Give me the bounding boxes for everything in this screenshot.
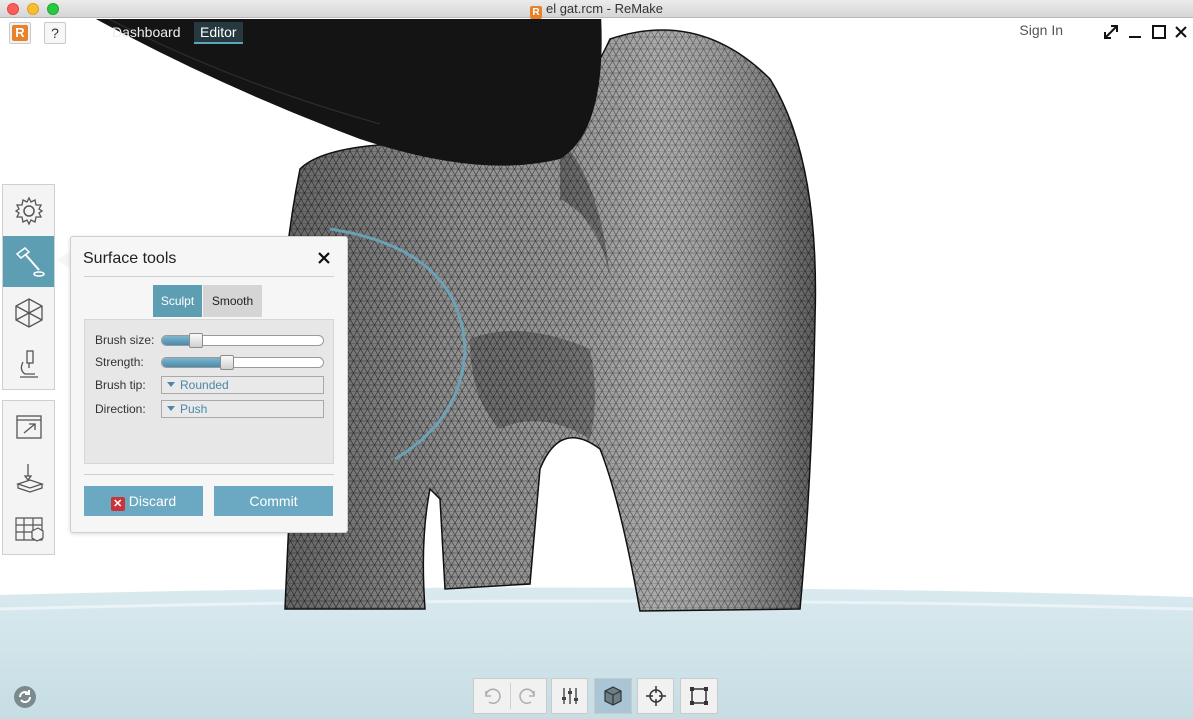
redo-icon: [519, 688, 536, 705]
panel-close-button[interactable]: [317, 249, 331, 270]
scene-tool-button[interactable]: [3, 503, 54, 554]
brush-settings: Brush size: Strength: Brush tip: Rounded…: [84, 319, 334, 464]
brush-tip-value: Rounded: [180, 378, 229, 392]
remake-logo-button[interactable]: R: [9, 22, 31, 44]
direction-label: Direction:: [95, 402, 146, 416]
sliders-icon: [561, 688, 578, 704]
discard-label: Discard: [128, 493, 177, 509]
brush-tip-label: Brush tip:: [95, 378, 146, 392]
maximize-icon[interactable]: [1149, 23, 1169, 43]
direction-value: Push: [180, 402, 208, 416]
commit-button[interactable]: Commit: [214, 486, 333, 516]
brush-size-handle[interactable]: [189, 333, 203, 348]
tab-sculpt[interactable]: Sculpt: [153, 285, 202, 317]
sign-in-link[interactable]: Sign In: [1019, 22, 1063, 38]
export-tool-button[interactable]: [3, 401, 54, 452]
crosshair-icon: [645, 686, 666, 706]
print-tool-button[interactable]: [3, 452, 54, 503]
frame-icon: [690, 687, 708, 705]
sync-icon[interactable]: [12, 684, 38, 710]
strength-label: Strength:: [95, 355, 144, 369]
panel-title: Surface tools: [83, 250, 177, 267]
app-icon: R: [529, 6, 542, 19]
hexagon-mesh-icon: [14, 297, 43, 328]
close-icon: [318, 252, 330, 264]
discard-x-icon: ✕: [110, 497, 125, 511]
window-title-text: el gat.rcm - ReMake: [545, 1, 664, 16]
print-3d-icon: [15, 463, 44, 493]
left-toolbar-secondary: [2, 400, 55, 555]
hammer-icon: [15, 246, 45, 277]
expand-icon[interactable]: [1101, 23, 1121, 43]
view-settings-button[interactable]: [551, 678, 588, 714]
remake-logo-icon: R: [12, 25, 28, 41]
cube-icon: [604, 686, 622, 706]
title-bar: Rel gat.rcm - ReMake: [0, 0, 1193, 19]
window-title: Rel gat.rcm - ReMake: [0, 1, 1193, 19]
grid-cube-icon: [14, 516, 44, 542]
tab-smooth[interactable]: Smooth: [203, 285, 262, 317]
brush-size-slider[interactable]: [161, 335, 324, 346]
tab-dashboard[interactable]: Dashboard: [106, 22, 187, 44]
undo-icon: [484, 688, 501, 705]
divider: [84, 276, 334, 277]
surface-tools-panel: Surface tools Sculpt Smooth Brush size: …: [70, 236, 348, 533]
divider: [84, 474, 334, 475]
settings-tool-button[interactable]: [3, 185, 54, 236]
close-icon[interactable]: [1171, 23, 1191, 43]
gear-icon: [14, 196, 43, 225]
tab-editor[interactable]: Editor: [194, 22, 243, 44]
surface-tools-button[interactable]: [3, 236, 54, 287]
redo-button[interactable]: [510, 679, 546, 713]
microscope-icon: [19, 349, 38, 378]
help-button[interactable]: ?: [44, 22, 66, 44]
undo-button[interactable]: [474, 679, 510, 713]
display-mode-button[interactable]: [594, 678, 632, 714]
discard-button[interactable]: ✕ Discard: [84, 486, 203, 516]
app-bar: R ? Dashboard Editor Sign In: [0, 19, 1193, 49]
strength-slider[interactable]: [161, 357, 324, 368]
left-toolbar: [2, 184, 55, 390]
frame-button[interactable]: [680, 678, 718, 714]
strength-fill: [162, 358, 228, 367]
caret-down-icon: [167, 406, 175, 411]
caret-down-icon: [167, 382, 175, 387]
direction-select[interactable]: Push: [161, 400, 324, 418]
brush-size-label: Brush size:: [95, 333, 155, 347]
mesh-tool-button[interactable]: [3, 287, 54, 338]
brush-tip-select[interactable]: Rounded: [161, 376, 324, 394]
pivot-button[interactable]: [637, 678, 674, 714]
analysis-tool-button[interactable]: [3, 338, 54, 389]
history-group: [473, 678, 547, 714]
minimize-icon[interactable]: [1125, 23, 1145, 43]
panel-pointer: [57, 250, 71, 270]
strength-handle[interactable]: [220, 355, 234, 370]
export-icon: [15, 414, 42, 439]
